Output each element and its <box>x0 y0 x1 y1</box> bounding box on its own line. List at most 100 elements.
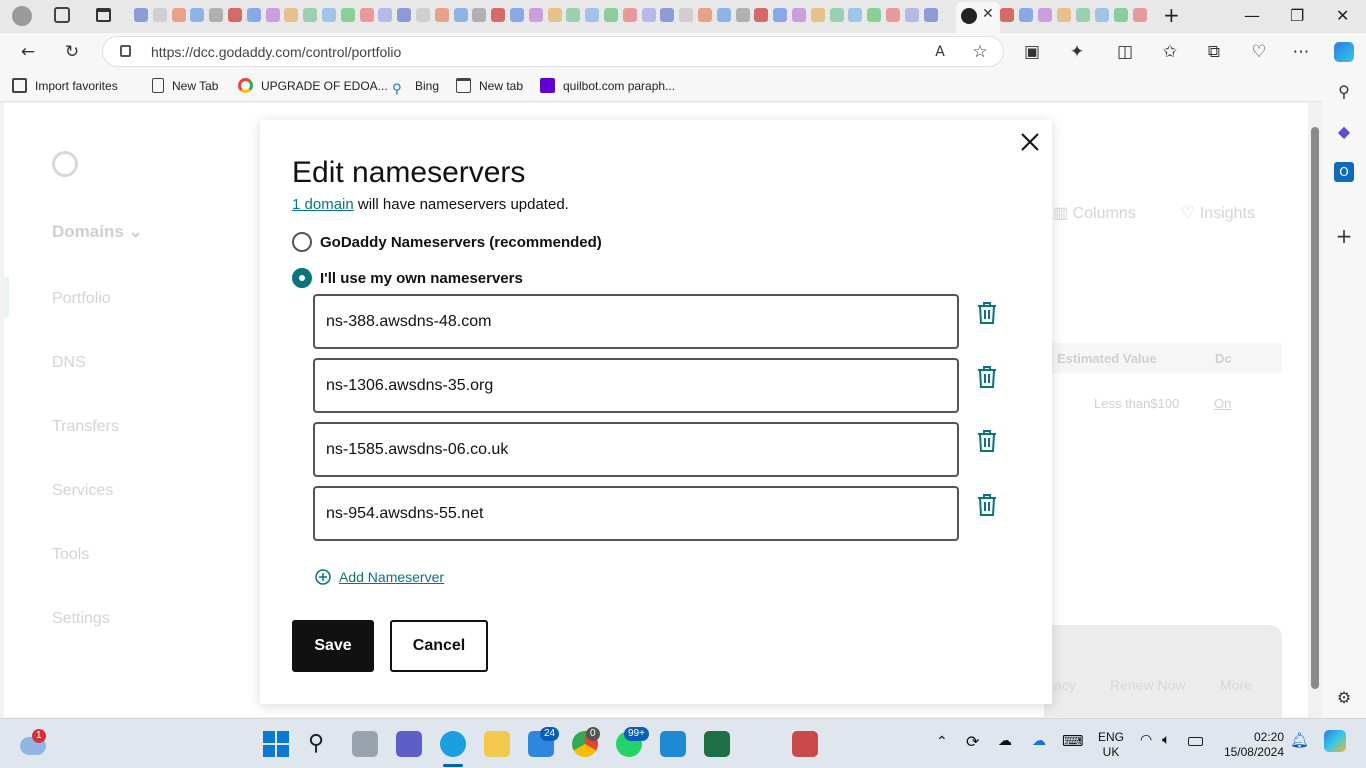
fav-import-favorites[interactable]: Import favorites <box>12 78 118 94</box>
fav-bing[interactable]: ⚲ Bing <box>392 78 439 97</box>
fav-quillbot[interactable]: quilbot.com paraph... <box>540 78 675 94</box>
tab-favicon-icon[interactable] <box>754 8 769 22</box>
show-hidden-icons[interactable]: ⌃ <box>936 733 948 750</box>
tab-favicon-icon[interactable] <box>1114 8 1128 22</box>
tab-favicon-icon[interactable] <box>829 8 844 22</box>
option-godaddy-nameservers[interactable]: GoDaddy Nameservers (recommended) <box>292 232 602 254</box>
collections-icon[interactable]: ⧉ <box>1203 41 1225 63</box>
read-aloud-icon[interactable]: A <box>929 41 951 63</box>
scrollbar-thumb[interactable] <box>1311 127 1319 689</box>
tab-favicon-icon[interactable] <box>491 8 506 22</box>
extensions-icon[interactable]: ✦ <box>1066 41 1088 63</box>
cancel-button[interactable]: Cancel <box>390 620 488 672</box>
excel-icon[interactable] <box>704 731 730 757</box>
fav-upgrade-edoa[interactable]: UPGRADE OF EDOA... <box>238 78 388 94</box>
tab-favicon-icon[interactable] <box>265 8 280 22</box>
back-icon[interactable]: ← <box>17 41 39 63</box>
tab-favicon-icon[interactable] <box>792 8 806 22</box>
tab-favicon-icon[interactable] <box>1095 8 1109 22</box>
tab-favicon-icon[interactable] <box>810 8 825 22</box>
edge-icon[interactable] <box>440 731 466 757</box>
nameserver-field-2[interactable] <box>313 358 959 413</box>
browser-essentials-icon[interactable]: ♡ <box>1248 41 1270 63</box>
tab-favicon-icon[interactable] <box>416 8 430 22</box>
nameserver-field-3[interactable] <box>313 422 959 477</box>
delete-nameserver-4-trash-icon[interactable] <box>976 493 998 517</box>
teams-icon[interactable] <box>396 731 422 757</box>
tab-favicon-icon[interactable] <box>322 8 336 22</box>
tab-favicon-icon[interactable] <box>641 8 656 22</box>
tab-favicon-icon[interactable] <box>698 8 712 22</box>
address-bar[interactable]: https://dcc.godaddy.com/control/portfoli… <box>102 36 1004 67</box>
wifi-icon[interactable]: ◠ <box>1140 732 1152 748</box>
notifications-bell-icon[interactable]: 🔔︎ <box>1290 731 1309 749</box>
tab-favicon-icon[interactable] <box>1057 8 1071 22</box>
domain-count-link[interactable]: 1 domain <box>292 196 354 213</box>
tab-favicon-icon[interactable] <box>397 8 412 22</box>
close-window-icon[interactable]: ✕ <box>1336 6 1349 25</box>
delete-nameserver-1-trash-icon[interactable] <box>976 301 998 325</box>
tab-favicon-icon[interactable] <box>735 8 750 22</box>
settings-more-icon[interactable]: ⋯ <box>1290 41 1312 63</box>
start-icon[interactable] <box>263 731 289 757</box>
tab-favicon-icon[interactable] <box>152 8 167 22</box>
favorites-icon[interactable]: ✩ <box>1159 41 1181 63</box>
tab-favicon-icon[interactable] <box>1019 8 1033 22</box>
tab-favicon-icon[interactable] <box>622 8 637 22</box>
tab-favicon-icon[interactable] <box>171 8 186 22</box>
tab-favicon-icon[interactable] <box>773 8 788 22</box>
tab-favicon-icon[interactable] <box>303 8 318 22</box>
minimize-icon[interactable]: — <box>1244 6 1260 25</box>
tab-favicon-icon[interactable] <box>453 8 468 22</box>
tab-favicon-icon[interactable] <box>867 8 882 22</box>
add-nameserver-link[interactable]: Add Nameserver <box>315 568 444 586</box>
tab-favicon-icon[interactable] <box>228 8 242 22</box>
tab-favicon-icon[interactable] <box>209 8 224 22</box>
close-icon[interactable] <box>1018 130 1042 154</box>
delete-nameserver-3-trash-icon[interactable] <box>976 429 998 453</box>
tab-favicon-icon[interactable] <box>604 8 618 22</box>
file-explorer-icon[interactable] <box>484 731 510 757</box>
outlook-icon[interactable]: O <box>1334 162 1354 182</box>
option-own-nameservers[interactable]: I'll use my own nameservers <box>292 268 523 290</box>
onedrive-icon[interactable]: ☁ <box>998 733 1012 749</box>
favorite-star-icon[interactable]: ☆ <box>969 41 991 63</box>
search-icon[interactable]: ⚲ <box>308 731 334 757</box>
tab-favicon-icon[interactable] <box>378 8 393 22</box>
radio-own[interactable] <box>292 268 312 288</box>
task-view-icon[interactable] <box>352 731 378 757</box>
page-scrollbar[interactable] <box>1308 103 1322 717</box>
clock[interactable]: 02:20 15/08/2024 <box>1222 730 1284 760</box>
tab-favicon-icon[interactable] <box>566 8 581 22</box>
fav-new-tab-1[interactable]: New Tab <box>152 78 218 94</box>
save-button[interactable]: Save <box>292 620 374 672</box>
copilot-icon[interactable] <box>1334 42 1354 62</box>
screenshot-icon[interactable]: ▣ <box>1021 41 1043 63</box>
tab-favicon-icon[interactable] <box>1133 8 1147 22</box>
copilot-taskbar-icon[interactable] <box>1324 730 1346 752</box>
split-screen-icon[interactable]: ◫ <box>1114 41 1136 63</box>
vscode-icon[interactable] <box>660 731 686 757</box>
app-icon[interactable] <box>792 731 818 757</box>
workspaces-icon[interactable] <box>54 7 70 23</box>
tab-favicon-icon[interactable] <box>246 8 261 22</box>
tab-favicon-icon[interactable] <box>284 8 299 22</box>
language-indicator[interactable]: ENG UK <box>1098 730 1124 760</box>
tab-favicon-icon[interactable] <box>547 8 562 22</box>
copilot-sidebar-icon[interactable]: ◆ <box>1334 122 1354 142</box>
sidebar-settings-icon[interactable]: ⚙ <box>1334 688 1354 708</box>
tab-favicon-icon[interactable] <box>434 8 449 22</box>
tab-favicon-icon[interactable] <box>716 8 731 22</box>
nameserver-field-4[interactable] <box>313 486 959 541</box>
refresh-icon[interactable]: ↻ <box>61 41 83 63</box>
volume-icon[interactable]: 🔈︎ <box>1162 732 1170 748</box>
tab-favicon-icon[interactable] <box>528 8 543 22</box>
profile-icon[interactable] <box>12 6 32 26</box>
battery-icon[interactable] <box>1188 737 1203 746</box>
tab-favicon-icon[interactable] <box>510 8 524 22</box>
tab-favicon-icon[interactable] <box>886 8 900 22</box>
tab-favicon-icon[interactable] <box>848 8 863 22</box>
tab-favicon-icon[interactable] <box>1076 8 1090 22</box>
tab-favicon-icon[interactable] <box>904 8 919 22</box>
tab-favicon-icon[interactable] <box>359 8 374 22</box>
